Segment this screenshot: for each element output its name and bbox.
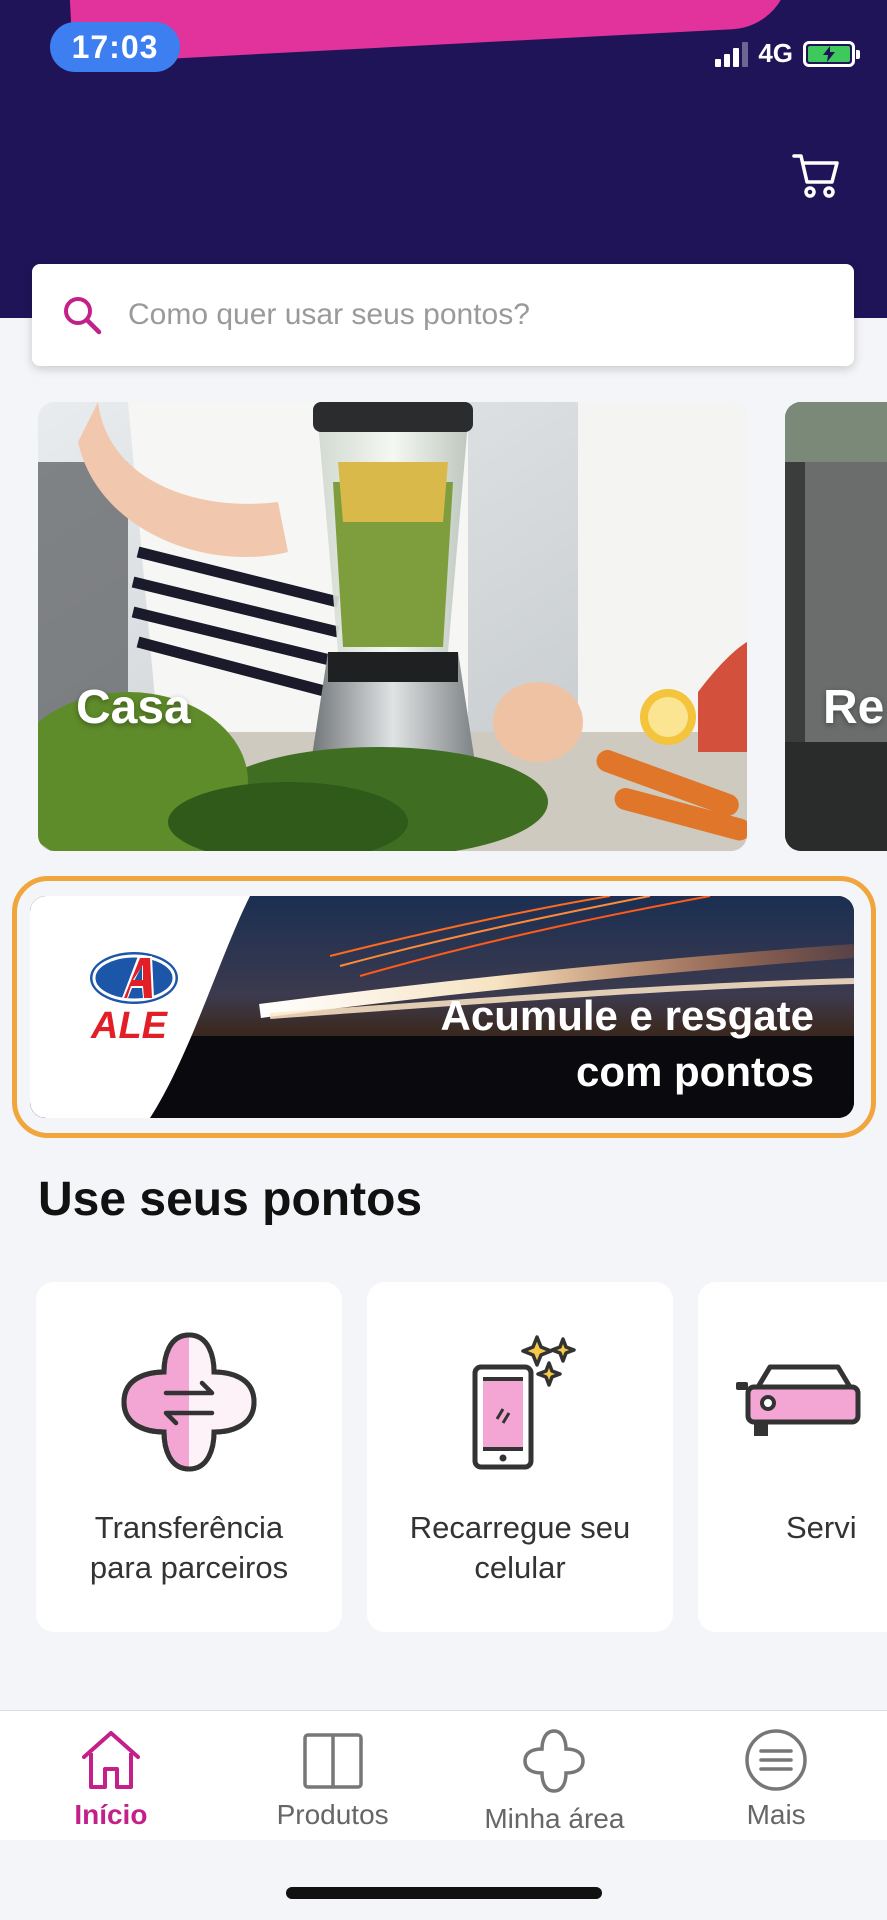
search-icon bbox=[64, 297, 102, 335]
nav-item-minha-area[interactable]: Minha área bbox=[444, 1711, 666, 1840]
home-indicator-area bbox=[0, 1840, 887, 1920]
category-card-next[interactable]: Re bbox=[785, 402, 887, 851]
car-service-icon bbox=[736, 1364, 861, 1436]
ale-logo: ALE bbox=[90, 952, 178, 1046]
nav-label-inicio: Início bbox=[74, 1799, 148, 1830]
phone-recharge-icon bbox=[472, 1335, 576, 1470]
feature-card-recharge[interactable]: Recarregue seu celular bbox=[367, 1282, 673, 1632]
status-time: 17:03 bbox=[50, 22, 180, 72]
feature-label-services: Servi bbox=[786, 1510, 857, 1545]
banner-line-1: Acumule e resgate bbox=[440, 992, 815, 1039]
menu-icon bbox=[745, 1729, 807, 1791]
banner-line-2: com pontos bbox=[576, 1048, 814, 1095]
cart-icon bbox=[792, 154, 839, 198]
nav-label-mais: Mais bbox=[746, 1799, 806, 1830]
book-icon bbox=[302, 1733, 363, 1789]
ale-logo-text: ALE bbox=[90, 1005, 169, 1046]
section-title: Use seus pontos bbox=[38, 1173, 423, 1226]
nav-item-mais[interactable]: Mais bbox=[665, 1711, 887, 1840]
flower-icon bbox=[523, 1729, 586, 1793]
category-label-casa: Casa bbox=[76, 681, 191, 734]
home-icon bbox=[81, 1731, 140, 1789]
category-carousel[interactable]: Casa Re bbox=[0, 402, 887, 852]
feature-card-services[interactable]: Servi bbox=[698, 1282, 887, 1632]
battery-icon bbox=[803, 40, 860, 67]
category-label-next: Re bbox=[823, 681, 885, 734]
cart-button[interactable] bbox=[791, 150, 841, 200]
bottom-navigation: Início Produtos Minha área Mais bbox=[0, 1710, 887, 1840]
app-screen: 17:03 4G Como quer usar seus pontos? Cas… bbox=[0, 0, 887, 1920]
signal-icon bbox=[715, 41, 749, 67]
transfer-icon bbox=[121, 1332, 257, 1472]
search-input[interactable] bbox=[128, 298, 808, 332]
nav-item-produtos[interactable]: Produtos bbox=[222, 1711, 444, 1840]
features-carousel[interactable]: Transferência para parceiros Recarregue … bbox=[0, 1282, 887, 1634]
home-indicator[interactable] bbox=[286, 1887, 602, 1899]
banner-text: Acumule e resgate com pontos bbox=[441, 988, 815, 1100]
feature-card-transfer[interactable]: Transferência para parceiros bbox=[36, 1282, 342, 1632]
category-card-casa[interactable]: Casa bbox=[38, 402, 747, 851]
status-indicators: 4G bbox=[715, 38, 860, 69]
nav-label-produtos: Produtos bbox=[276, 1799, 389, 1830]
search-bar[interactable] bbox=[32, 264, 854, 366]
feature-label-recharge: Recarregue seu celular bbox=[409, 1510, 631, 1585]
category-image bbox=[785, 402, 887, 851]
kitchen-blender-image bbox=[38, 402, 747, 851]
nav-label-minha-area: Minha área bbox=[484, 1803, 625, 1834]
network-type: 4G bbox=[758, 38, 793, 68]
feature-label-transfer: Transferência para parceiros bbox=[89, 1510, 289, 1585]
ale-promo-banner[interactable]: ALE Acumule e resgate com pontos bbox=[30, 896, 854, 1118]
nav-item-inicio[interactable]: Início bbox=[0, 1711, 222, 1840]
